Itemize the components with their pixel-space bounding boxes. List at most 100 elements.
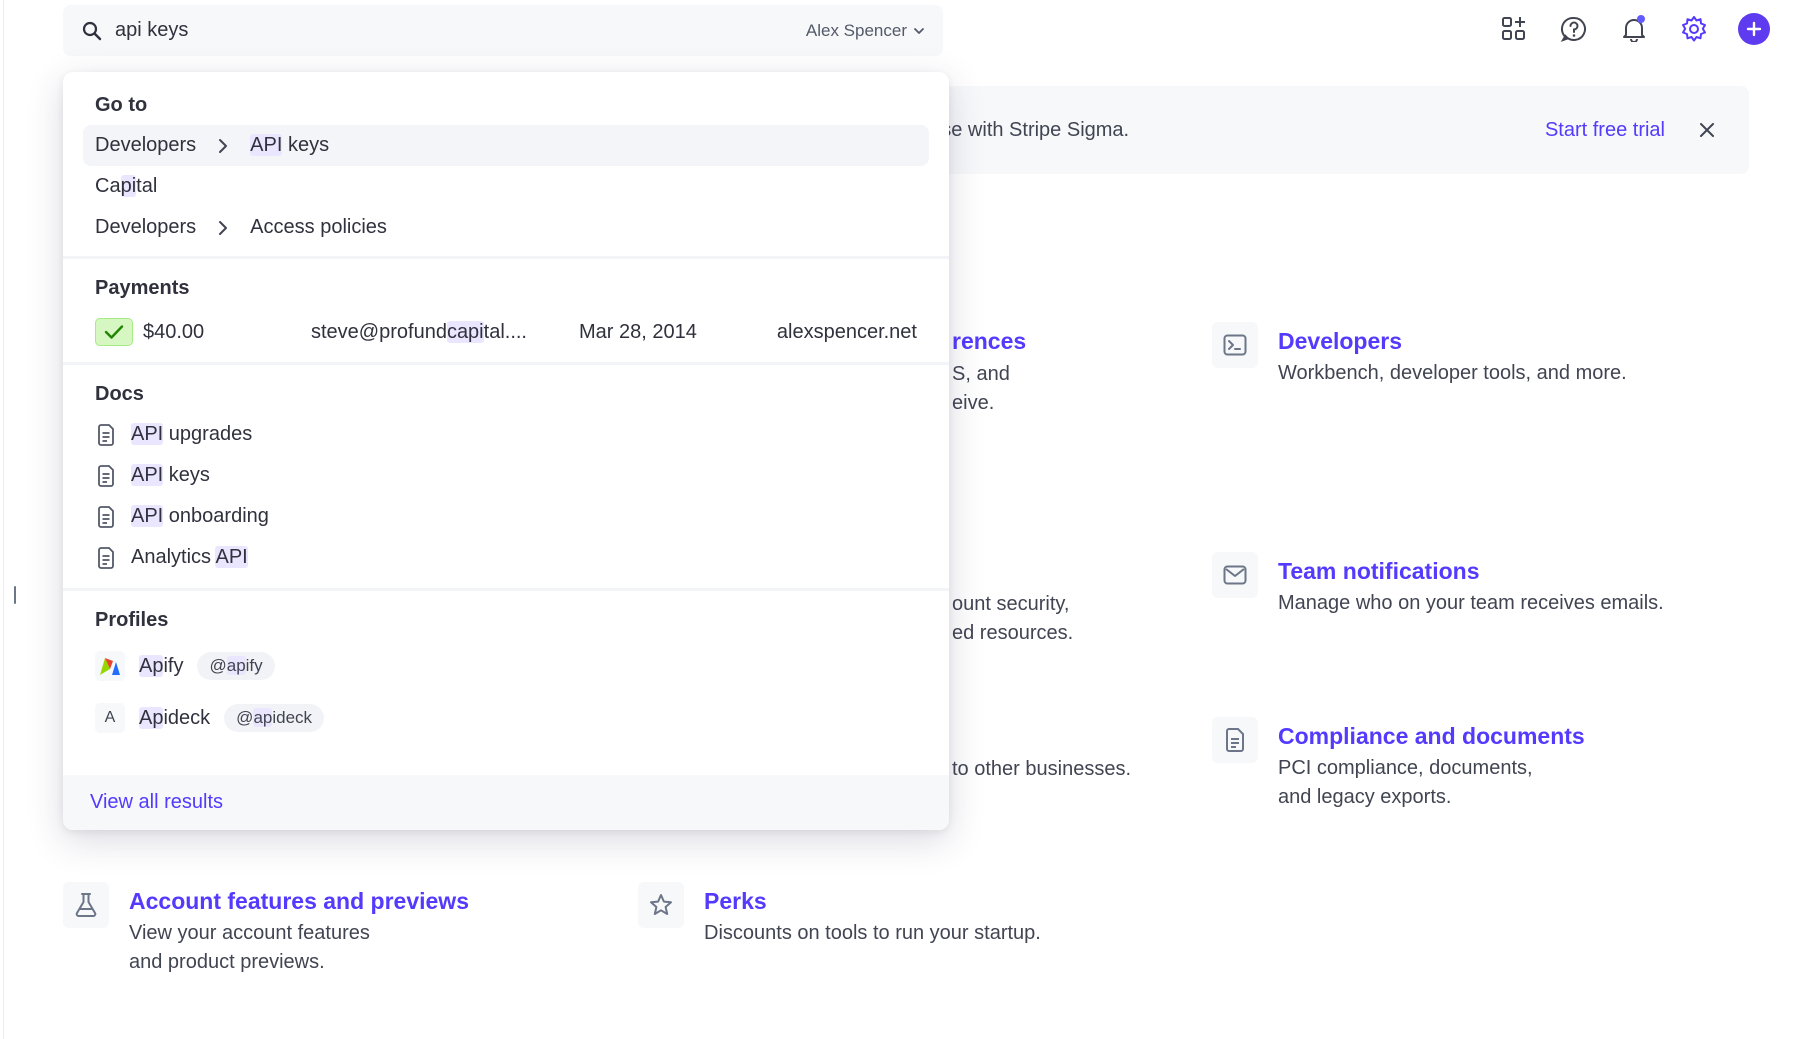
partial-desc-line: S, and [952,363,1010,385]
close-icon[interactable] [1695,118,1719,142]
account-name: Alex Spencer [805,20,907,40]
document-icon [95,505,117,529]
partial-card-title[interactable]: rences [952,328,1026,355]
card-desc-line: PCI compliance, documents, [1278,757,1533,779]
label-text: Analytics [131,546,216,568]
top-toolbar [1498,13,1770,45]
payment-amount: $40.00 [143,320,205,343]
partial-desc-line: ed resources. [952,622,1074,644]
bell-icon[interactable] [1618,13,1650,45]
start-free-trial-link[interactable]: Start free trial [1545,119,1665,142]
partial-desc-line: ount security, [952,593,1070,615]
goto-item-label: Capital [95,175,158,197]
terminal-icon [1212,322,1258,368]
dropdown-footer: View all results [63,775,949,830]
payment-email: steve@profundcapital.... [311,320,579,344]
label-highlight: ap [226,656,246,675]
doc-item[interactable]: Analytics API [83,537,929,578]
apps-icon[interactable] [1498,13,1530,45]
doc-item[interactable]: API onboarding [83,496,929,537]
search-bar[interactable]: Alex Spencer [63,5,943,56]
profile-item[interactable]: Apify @apify [83,640,929,692]
partial-card-desc: S, and eive. [952,360,1010,418]
label-text: upgrades [163,423,253,445]
create-button[interactable] [1738,13,1770,45]
help-icon[interactable] [1558,13,1590,45]
profile-name: Apideck [139,706,211,730]
section-heading: Profiles [95,609,169,631]
card-perks[interactable]: Perks Discounts on tools to run your sta… [638,882,1041,948]
card-account-features[interactable]: Account features and previews View your … [63,882,469,977]
flask-icon [63,882,109,928]
label-text: ify [163,654,184,677]
gear-icon[interactable] [1678,13,1710,45]
email-text: tal.... [483,320,527,343]
account-switcher[interactable]: Alex Spencer [806,21,925,41]
card-title[interactable]: Account features and previews [129,888,469,915]
view-all-results-link[interactable]: View all results [90,791,223,814]
chevron-down-icon [914,27,924,34]
search-results-dropdown: Go to Developers API keys Capital Develo… [63,72,949,830]
email-text: steve@profund [311,320,447,343]
label-highlight: API [215,546,248,568]
label-highlight: ap [253,708,273,727]
doc-label: API onboarding [131,505,269,528]
label-text: ideck [163,706,211,729]
profile-handle: @apify [197,652,275,680]
card-title[interactable]: Team notifications [1278,558,1664,585]
profile-name: Apify [139,654,184,678]
partial-card-desc: to other businesses. [952,758,1131,780]
left-border [0,0,4,1039]
goto-item-api-keys[interactable]: Developers API keys [83,125,929,166]
goto-item-access-policies[interactable]: Developers Access policies [83,207,929,248]
section-heading: Docs [95,383,144,405]
doc-item[interactable]: API keys [83,455,929,496]
partial-desc-line: eive. [952,392,995,414]
chevron-right-icon [216,220,230,235]
doc-item[interactable]: API upgrades [83,414,929,455]
payment-date: Mar 28, 2014 [579,320,697,343]
card-title[interactable]: Developers [1278,328,1627,355]
label-text: ify [245,656,263,675]
card-title[interactable]: Perks [704,888,1041,915]
label-text: @ [209,656,227,675]
profiles-section: Profiles Apify @apify A Apideck @apideck [63,591,949,754]
search-input[interactable] [115,19,806,42]
goto-item-capital[interactable]: Capital [83,166,929,207]
card-desc-line: View your account features [129,922,370,944]
card-title[interactable]: Compliance and documents [1278,723,1585,750]
payment-row[interactable]: $40.00 steve@profundcapital.... Mar 28, … [83,308,929,356]
label-highlight: Ap [139,706,164,729]
search-icon [81,20,103,42]
profile-item[interactable]: A Apideck @apideck [83,692,929,744]
card-desc: Discounts on tools to run your startup. [704,922,1041,944]
checkmark-icon [95,318,133,346]
card-desc: PCI compliance, documents, and legacy ex… [1278,754,1585,812]
card-developers[interactable]: Developers Workbench, developer tools, a… [1212,322,1627,388]
doc-label: API keys [131,464,210,487]
chevron-right-icon [216,138,230,153]
apify-logo [95,651,125,681]
label-highlight: API [131,423,164,445]
email-highlight: capi [446,320,484,343]
label-highlight: API [131,505,164,527]
resize-handle[interactable] [14,586,16,604]
payments-section: Payments $40.00 steve@profundcapital....… [63,259,949,365]
card-desc: View your account features and product p… [129,919,469,977]
breadcrumb-child: API keys [250,134,330,156]
card-team-notifications[interactable]: Team notifications Manage who on your te… [1212,552,1664,618]
mail-icon [1212,552,1258,598]
docs-section: Docs API upgrades API keys API onboardin… [63,365,949,591]
card-compliance[interactable]: Compliance and documents PCI compliance,… [1212,717,1585,812]
profile-handle: @apideck [224,704,325,732]
section-heading: Payments [95,277,190,299]
label-highlight: Ap [139,654,164,677]
document-icon [95,423,117,447]
doc-label: Analytics API [131,546,248,569]
partial-card-desc: ount security, ed resources. [952,590,1073,648]
label-text: keys [163,464,210,486]
plus-icon [1746,21,1762,37]
card-desc-line: and legacy exports. [1278,786,1452,808]
notification-dot [1637,15,1645,23]
breadcrumb-parent: Developers [95,134,197,156]
